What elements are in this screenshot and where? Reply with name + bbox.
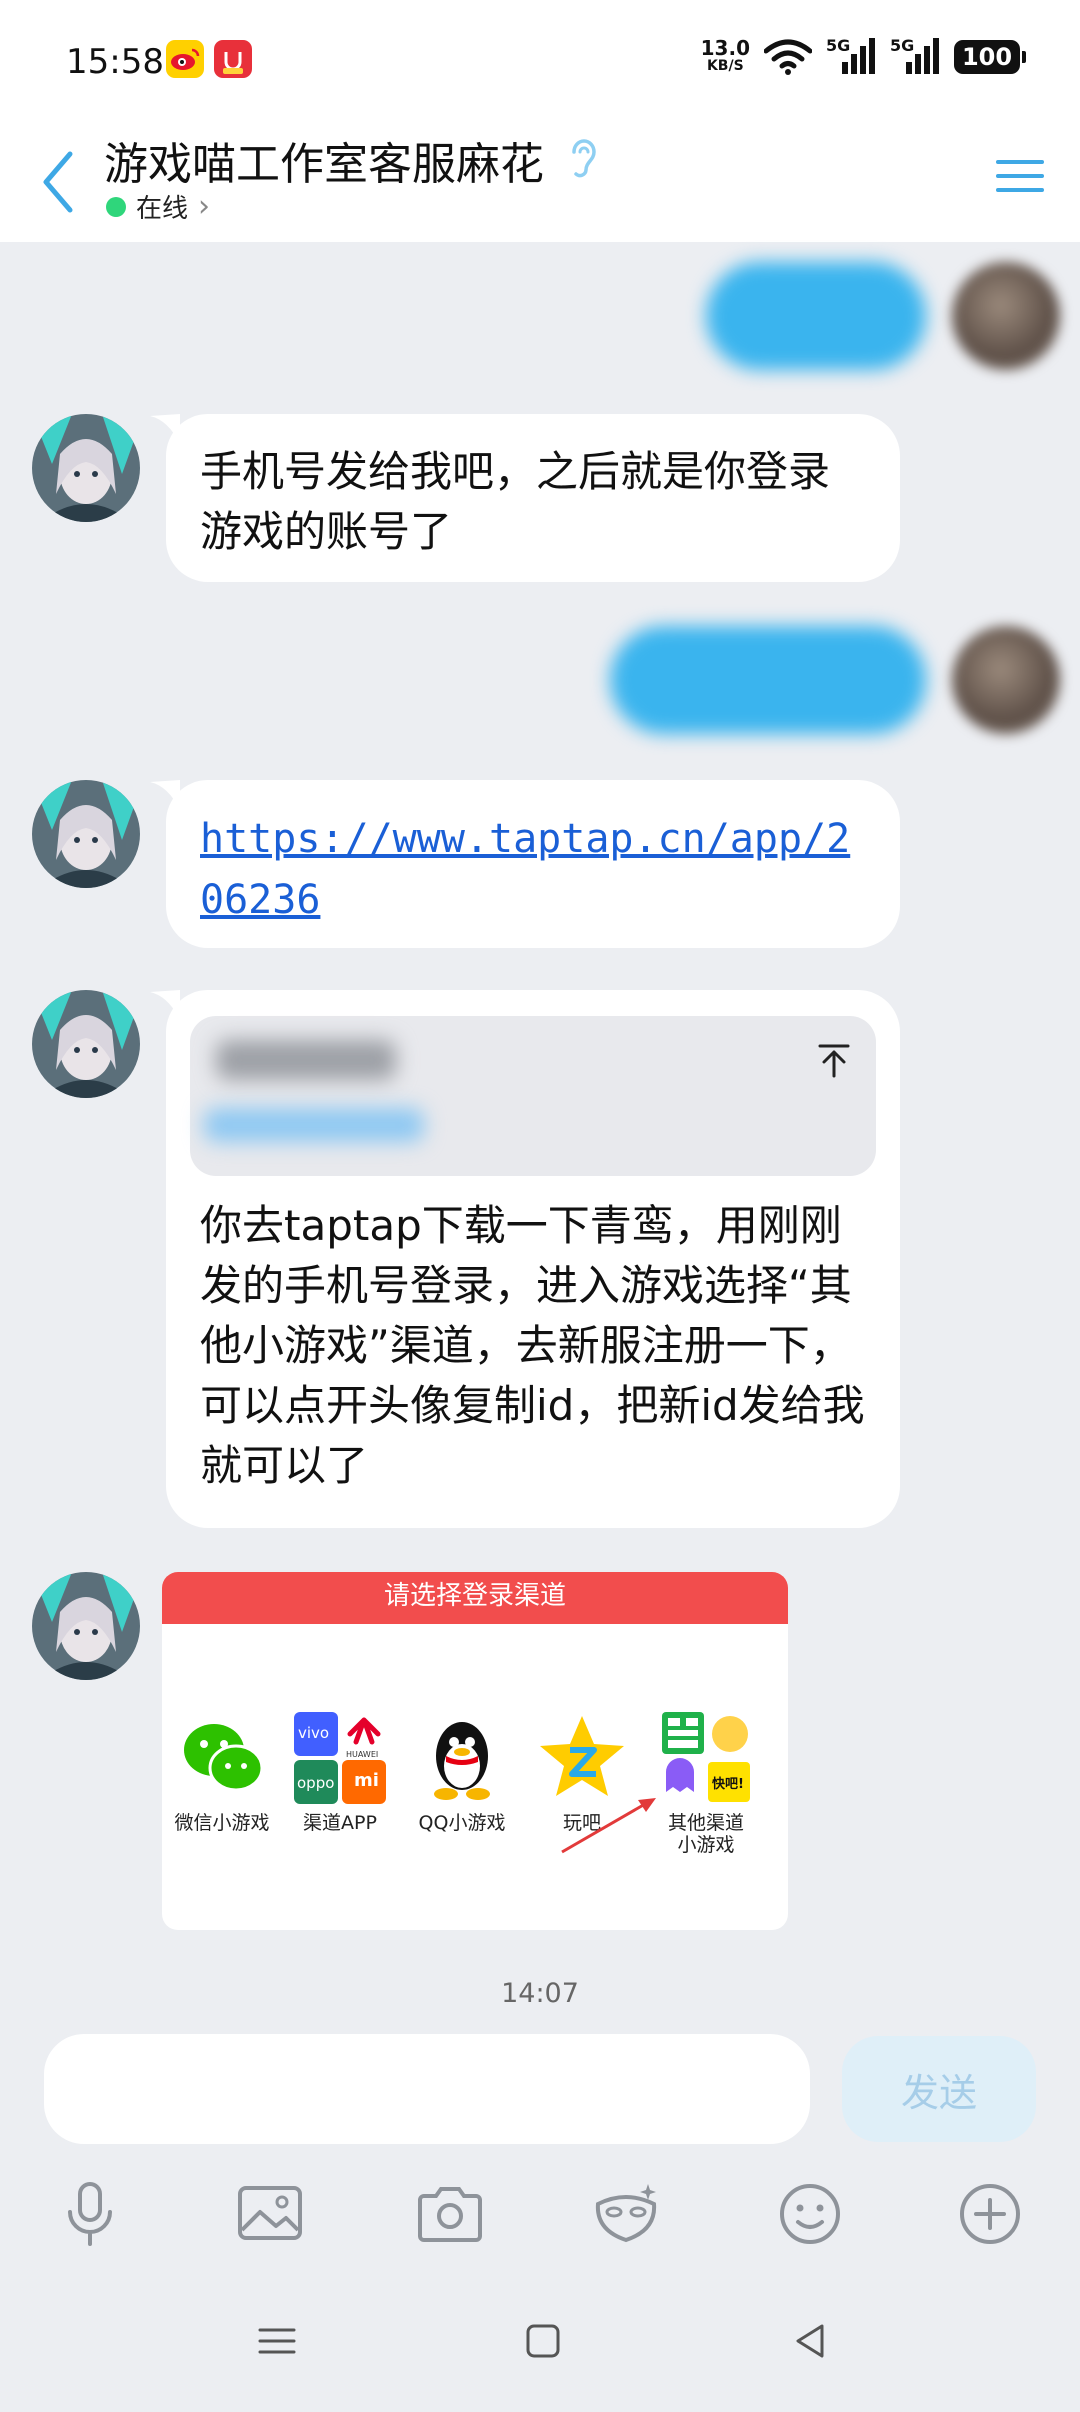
agent-avatar[interactable] bbox=[32, 990, 140, 1098]
channel-label: 其他渠道 bbox=[667, 1812, 744, 1834]
agent-avatar[interactable] bbox=[32, 414, 140, 522]
channel-vendor-apps: vivo HUAWEI oppo mi 渠道APP bbox=[280, 1712, 400, 1834]
message-timestamp: 14:07 bbox=[501, 1978, 579, 2009]
received-message[interactable]: 手机号发给我吧，之后就是你登录游戏的账号了 bbox=[166, 414, 900, 582]
online-status-label: 在线 bbox=[136, 194, 189, 224]
arrow-up-icon[interactable] bbox=[814, 1040, 854, 1080]
self-avatar[interactable] bbox=[952, 262, 1060, 370]
wifi-icon bbox=[764, 39, 812, 75]
message-link[interactable]: https://www.taptap.cn/app/206236 bbox=[200, 816, 850, 923]
channel-label: 微信小游戏 bbox=[174, 1812, 270, 1834]
quoted-content-blurred bbox=[204, 1108, 424, 1142]
wanba-icon bbox=[536, 1712, 628, 1804]
emoji-icon[interactable] bbox=[772, 2176, 848, 2252]
online-status[interactable]: 在线 › bbox=[106, 188, 210, 225]
vendor-apps-icon: vivo HUAWEI oppo mi bbox=[294, 1712, 386, 1804]
channel-label: 渠道APP bbox=[303, 1812, 377, 1834]
recent-apps-icon[interactable] bbox=[252, 2316, 302, 2366]
signal-bars-icon bbox=[906, 38, 939, 74]
image-message[interactable]: 请选择登录渠道 微信小游戏 vivo HUAWEI oppo mi 渠道APP … bbox=[162, 1572, 788, 1930]
message-text: 手机号发给我吧，之后就是你登录游戏的账号了 bbox=[200, 447, 831, 556]
message-input[interactable] bbox=[44, 2034, 810, 2144]
qq-icon bbox=[416, 1712, 508, 1804]
mi-label: mi bbox=[354, 1770, 379, 1791]
back-nav-icon[interactable] bbox=[786, 2316, 836, 2366]
status-indicators: 13.0 KB/S 5G 5G 100 bbox=[701, 36, 1026, 76]
status-bar: 15:58 13.0 KB/S 5G 5G 100 bbox=[0, 0, 1080, 120]
camera-icon[interactable] bbox=[412, 2176, 488, 2252]
battery-indicator: 100 bbox=[954, 40, 1026, 74]
channel-label: 玩吧 bbox=[562, 1812, 601, 1834]
channel-qq: QQ小游戏 bbox=[402, 1712, 522, 1834]
microphone-icon[interactable] bbox=[52, 2176, 128, 2252]
plus-icon[interactable] bbox=[952, 2176, 1028, 2252]
network-speed-unit: KB/S bbox=[706, 58, 744, 74]
chat-title[interactable]: 游戏喵工作室客服麻花 bbox=[104, 128, 544, 192]
network-speed: 13.0 KB/S bbox=[701, 38, 750, 75]
quoted-sender-blurred bbox=[216, 1040, 396, 1080]
oppo-label: oppo bbox=[297, 1774, 335, 1792]
kuaishou-badge: 快吧! bbox=[712, 1777, 744, 1792]
home-icon[interactable] bbox=[518, 2316, 568, 2366]
cell-signal-1: 5G bbox=[826, 36, 876, 76]
channel-wanba: 玩吧 bbox=[522, 1712, 642, 1834]
vivo-label: vivo bbox=[298, 1724, 330, 1742]
status-time: 15:58 bbox=[66, 42, 164, 82]
online-dot bbox=[106, 196, 126, 217]
chat-header: 游戏喵工作室客服麻花 在线 › bbox=[0, 120, 1080, 242]
image-card-header: 请选择登录渠道 bbox=[162, 1572, 788, 1624]
shopping-app-icon bbox=[214, 40, 252, 78]
image-icon[interactable] bbox=[232, 2176, 308, 2252]
quoted-message[interactable] bbox=[190, 1016, 876, 1176]
ear-icon[interactable] bbox=[566, 134, 602, 180]
channel-wechat: 微信小游戏 bbox=[162, 1712, 282, 1834]
back-button[interactable] bbox=[30, 140, 90, 220]
mask-icon[interactable] bbox=[588, 2176, 664, 2252]
sent-message-blurred[interactable] bbox=[706, 262, 926, 370]
message-text: 你去taptap下载一下青鸾，用刚刚发的手机号登录，进入游戏选择“其他小游戏”渠… bbox=[200, 1201, 865, 1490]
hamburger-icon bbox=[996, 160, 1044, 192]
wechat-icon bbox=[176, 1712, 268, 1804]
other-channels-icon: 快吧! bbox=[660, 1712, 752, 1804]
cell-signal-2: 5G bbox=[890, 36, 940, 76]
self-avatar[interactable] bbox=[952, 626, 1060, 734]
channel-other: 快吧! 其他渠道 小游戏 bbox=[646, 1712, 766, 1856]
agent-avatar[interactable] bbox=[32, 1572, 140, 1680]
received-link-message: https://www.taptap.cn/app/206236 bbox=[166, 780, 900, 948]
chevron-right-icon: › bbox=[198, 189, 211, 224]
send-button[interactable]: 发送 bbox=[842, 2036, 1036, 2142]
menu-button[interactable] bbox=[990, 146, 1050, 206]
huawei-label: HUAWEI bbox=[346, 1750, 379, 1759]
agent-avatar[interactable] bbox=[32, 780, 140, 888]
channel-label-line2: 小游戏 bbox=[677, 1834, 735, 1856]
weibo-icon bbox=[166, 40, 204, 78]
channel-label: QQ小游戏 bbox=[418, 1812, 506, 1834]
sent-message-blurred[interactable] bbox=[610, 626, 926, 734]
chevron-left-icon bbox=[43, 151, 73, 213]
signal-bars-icon bbox=[842, 38, 875, 74]
